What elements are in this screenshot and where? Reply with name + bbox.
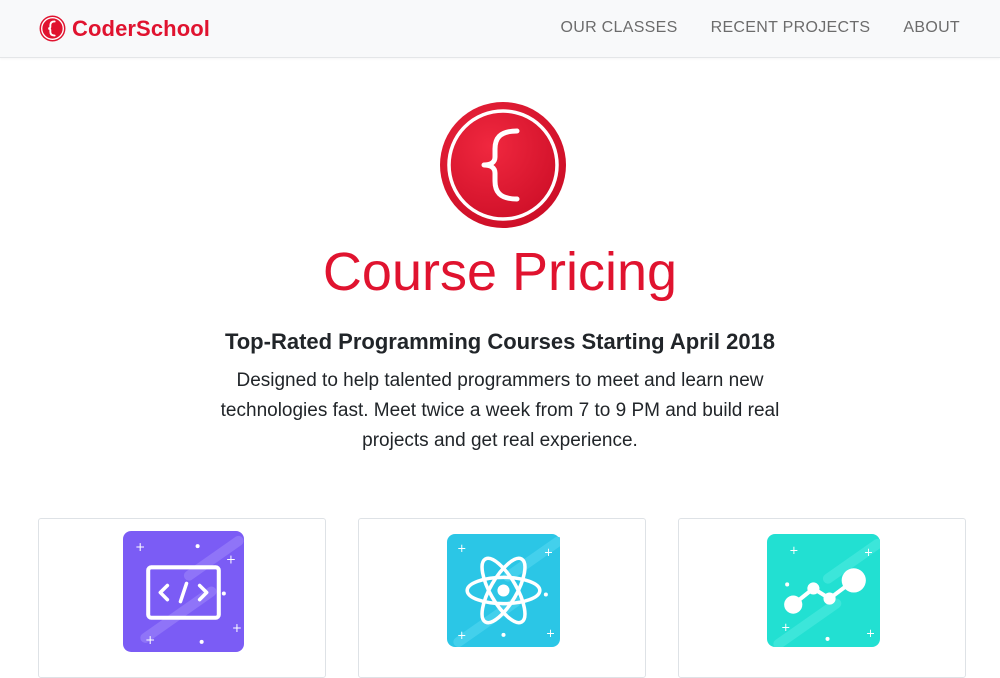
svg-text:+: + [864, 546, 873, 559]
page-subtitle: Top-Rated Programming Courses Starting A… [224, 329, 776, 354]
curly-brace-logo-icon [440, 102, 566, 228]
react-atom-icon: + + + + [447, 534, 560, 647]
svg-text:+: + [135, 540, 145, 554]
course-card-2[interactable]: + + + + [358, 518, 646, 678]
coderschool-logo-icon [39, 15, 66, 42]
course-card-3[interactable]: + + + + [678, 518, 966, 678]
svg-text:+: + [145, 633, 155, 647]
svg-text:+: + [866, 627, 875, 640]
nav-recent-projects[interactable]: RECENT PROJECTS [711, 19, 871, 37]
svg-text:+: + [546, 627, 555, 640]
data-graph-icon: + + + + [767, 534, 880, 647]
svg-text:+: + [544, 546, 553, 559]
brand-name: CoderSchool [72, 15, 210, 41]
nav-our-classes[interactable]: OUR CLASSES [560, 19, 677, 37]
nav-links: OUR CLASSES RECENT PROJECTS ABOUT [527, 19, 960, 37]
svg-text:+: + [232, 621, 242, 635]
page-description: Designed to help talented programmers to… [220, 370, 780, 451]
svg-text:+: + [226, 552, 236, 566]
svg-text:+: + [457, 629, 466, 642]
svg-text:+: + [781, 621, 790, 634]
brand-link[interactable]: CoderSchool [39, 15, 210, 42]
nav-about[interactable]: ABOUT [903, 19, 960, 37]
svg-text:+: + [789, 544, 798, 557]
course-card-1[interactable]: + + + + [38, 518, 326, 678]
svg-text:+: + [457, 542, 466, 555]
code-window-icon: + + + + [123, 531, 244, 652]
page-title: Course Pricing [322, 242, 678, 302]
top-navbar: CoderSchool OUR CLASSES RECENT PROJECTS … [0, 0, 1000, 58]
